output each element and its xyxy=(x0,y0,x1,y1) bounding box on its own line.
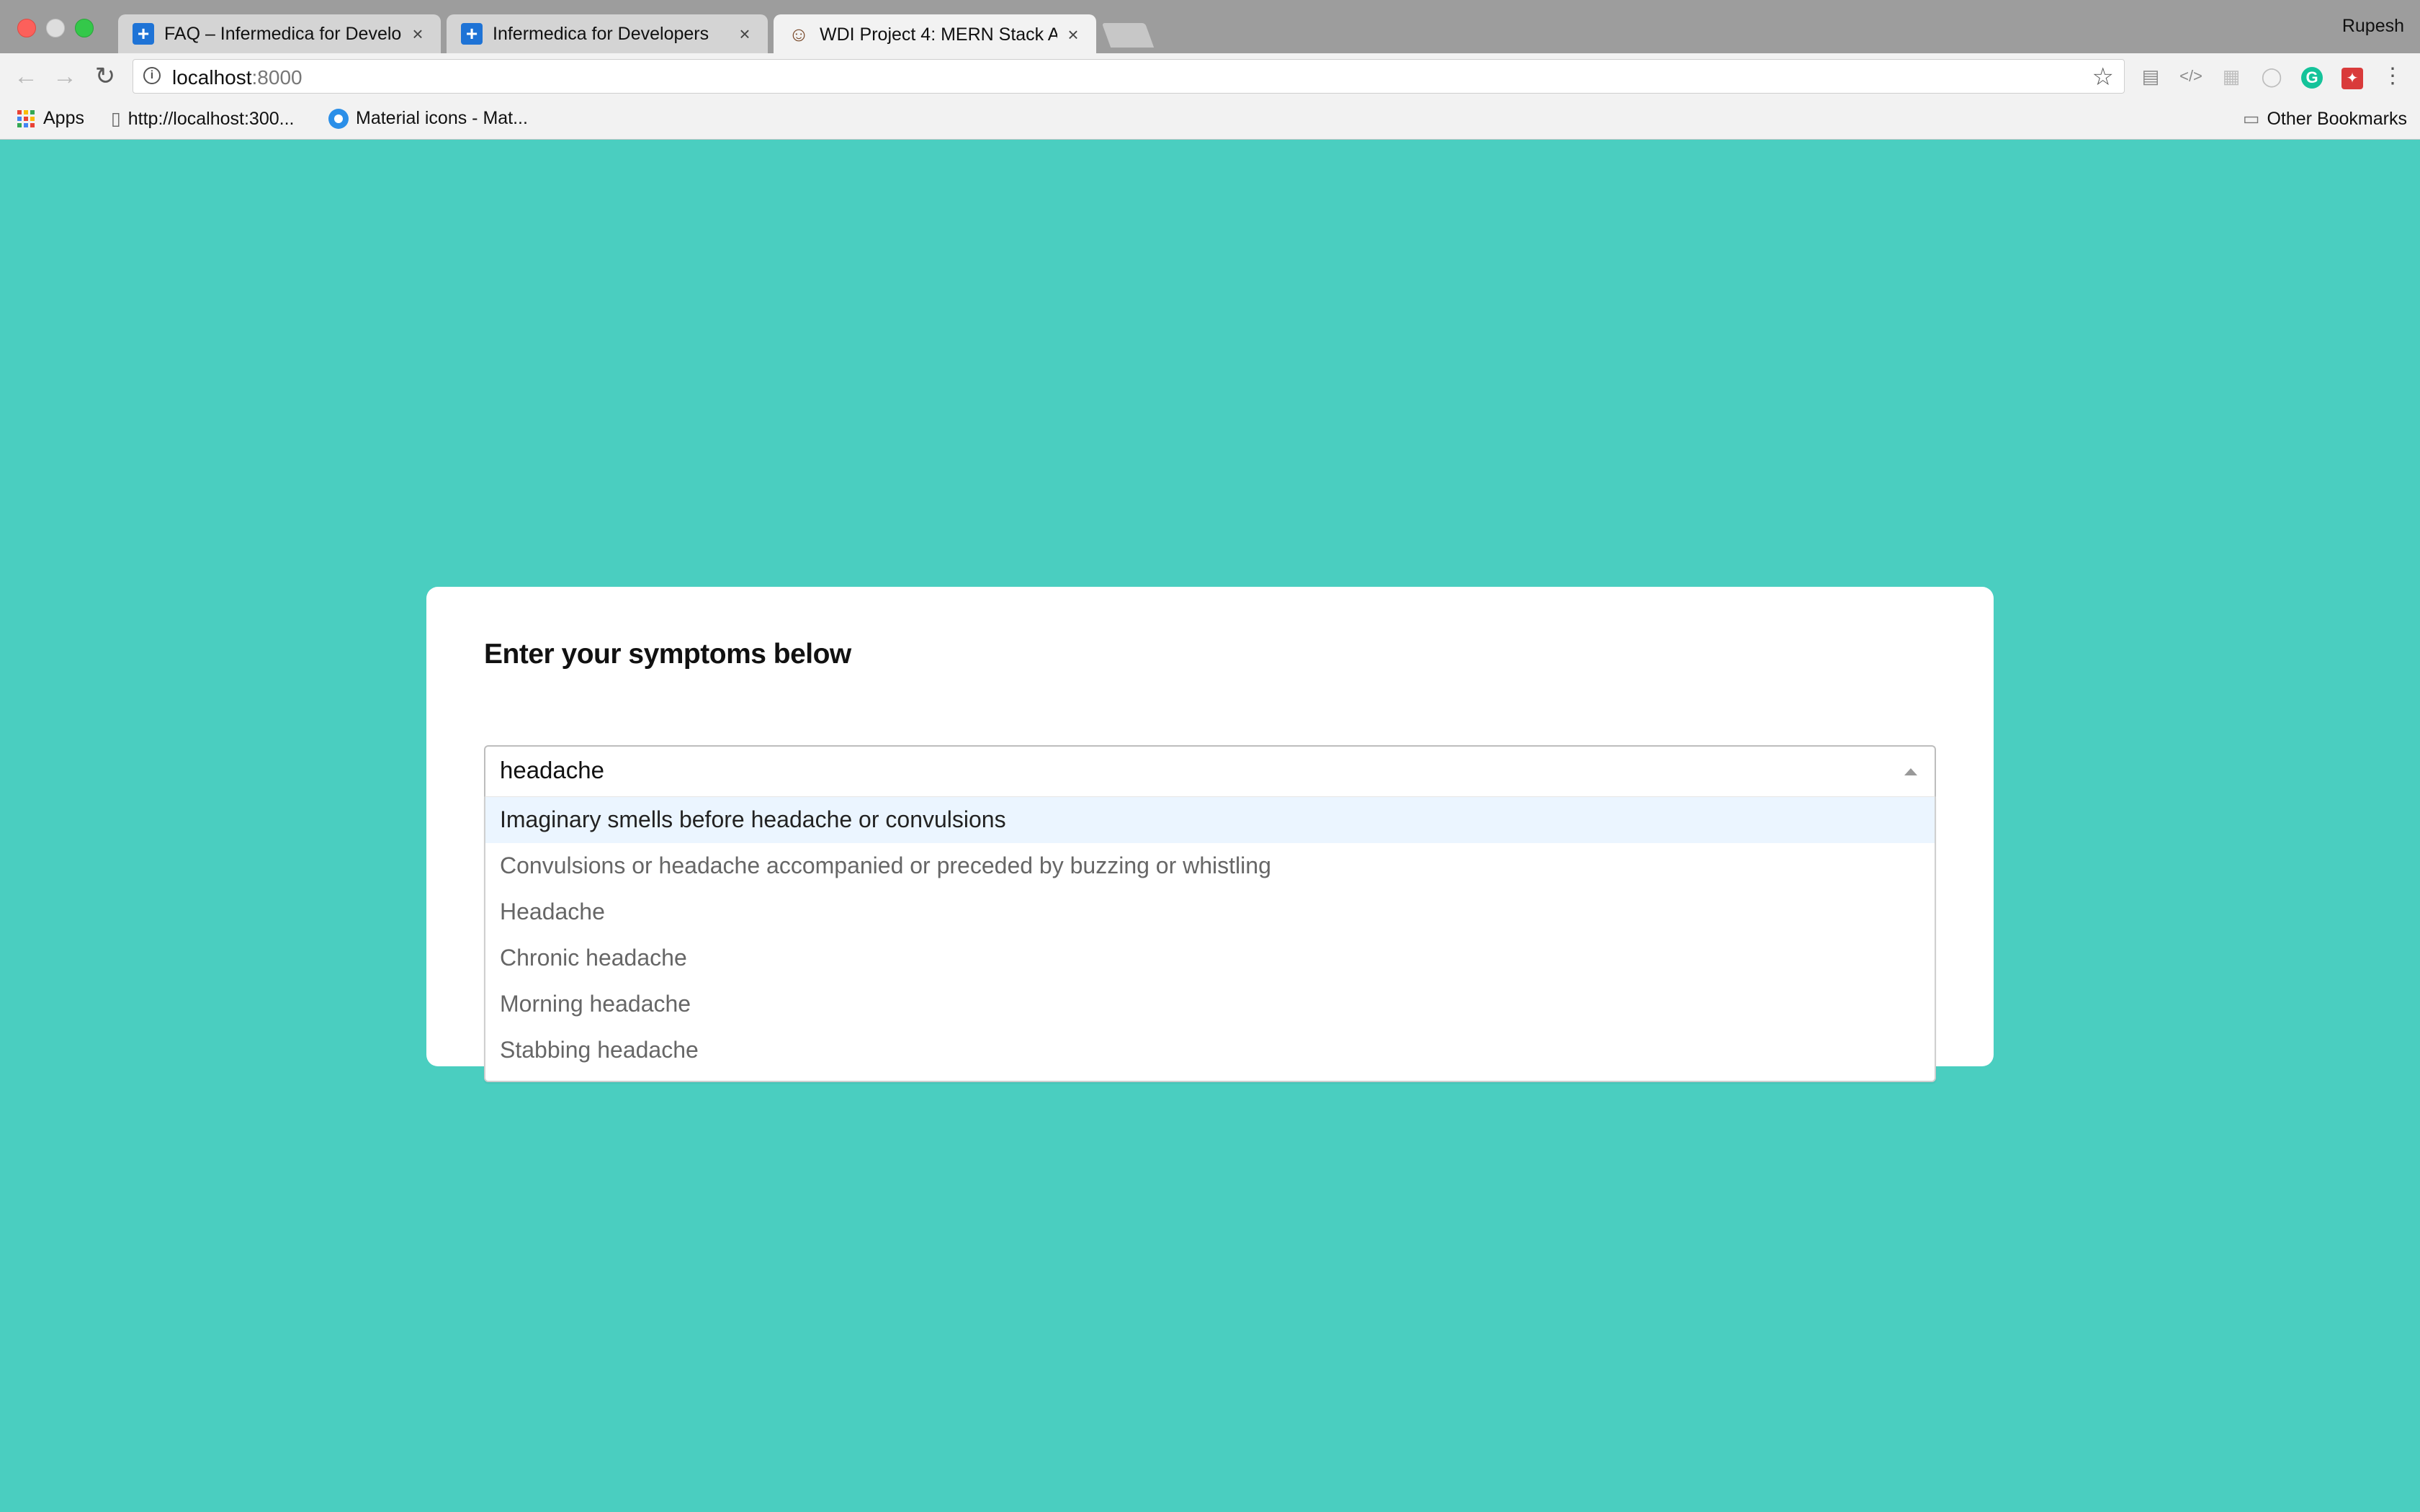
bookmark-apps[interactable]: Apps xyxy=(17,108,84,129)
bookmark-label: Other Bookmarks xyxy=(2267,108,2407,129)
forward-arrow-icon[interactable]: → xyxy=(52,63,78,89)
profile-name[interactable]: Rupesh xyxy=(2342,16,2404,37)
close-icon[interactable]: × xyxy=(735,23,755,45)
page-title: Enter your symptoms below xyxy=(484,639,851,670)
material-icons-icon xyxy=(328,108,349,129)
browser-toolbar: ← → ↻ i localhost:8000 ☆ ▤ </> ▦ ◯ G ✦ ⋮ xyxy=(0,53,2420,99)
apps-grid-icon xyxy=(17,109,35,127)
browser-tab-infermedica[interactable]: + Infermedica for Developers × xyxy=(447,14,768,53)
close-icon[interactable]: × xyxy=(1063,24,1083,46)
bookmark-label: Material icons - Mat... xyxy=(356,108,528,128)
plus-icon: + xyxy=(461,23,483,45)
page-extension-icon[interactable]: ▤ xyxy=(2138,63,2164,89)
plus-icon: + xyxy=(133,23,154,45)
reload-icon[interactable]: ↻ xyxy=(92,63,118,89)
menu-kebab-icon[interactable]: ⋮ xyxy=(2380,63,2406,89)
suggestion-option[interactable]: Stabbing headache xyxy=(485,1027,1935,1074)
bookmark-star-icon[interactable]: ☆ xyxy=(2092,63,2114,91)
window-maximize-button[interactable] xyxy=(75,19,94,37)
window-close-button[interactable] xyxy=(17,19,36,37)
address-url: localhost:8000 xyxy=(172,66,302,89)
bookmarks-bar: Apps ▯ http://localhost:300... Material … xyxy=(0,99,2420,140)
layout-extension-icon[interactable]: ▦ xyxy=(2218,63,2244,89)
symptom-search-input[interactable]: headache xyxy=(484,745,1936,797)
bookmark-localhost[interactable]: ▯ http://localhost:300... xyxy=(111,108,294,130)
tab-title: WDI Project 4: MERN Stack App xyxy=(820,24,1057,45)
address-bar[interactable]: i localhost:8000 ☆ xyxy=(133,59,2125,94)
red-extension-icon[interactable]: ✦ xyxy=(2339,63,2365,89)
back-arrow-icon[interactable]: ← xyxy=(13,63,39,89)
info-icon[interactable]: i xyxy=(143,67,161,84)
browser-tab-wdi-project[interactable]: ☺ WDI Project 4: MERN Stack App × xyxy=(774,14,1096,55)
bookmark-other[interactable]: ▭ Other Bookmarks xyxy=(2243,108,2407,130)
suggestion-option[interactable]: Morning headache xyxy=(485,981,1935,1027)
window-minimize-button[interactable] xyxy=(46,19,65,37)
suggestion-option[interactable]: Imaginary smells before headache or conv… xyxy=(485,797,1935,843)
browser-tab-faq[interactable]: + FAQ – Infermedica for Developers × xyxy=(118,14,441,53)
bookmark-label: Apps xyxy=(43,108,84,128)
page-icon: ▯ xyxy=(111,109,121,129)
grammarly-icon[interactable]: G xyxy=(2299,63,2325,89)
symptom-suggestions-menu: Imaginary smells before headache or conv… xyxy=(484,797,1936,1082)
url-port: :8000 xyxy=(251,66,302,89)
browser-tab-bar: + FAQ – Infermedica for Developers × + I… xyxy=(0,0,2420,55)
bookmark-material-icons[interactable]: Material icons - Mat... xyxy=(328,108,528,129)
folder-icon: ▭ xyxy=(2242,109,2260,129)
close-icon[interactable]: × xyxy=(408,23,428,45)
url-host: localhost xyxy=(172,66,252,89)
suggestion-option[interactable]: Headache xyxy=(485,889,1935,935)
code-extension-icon[interactable]: </> xyxy=(2178,63,2204,89)
caret-up-icon[interactable] xyxy=(1904,768,1917,775)
suggestion-option[interactable]: Convulsions or headache accompanied or p… xyxy=(485,843,1935,889)
new-tab-button[interactable] xyxy=(1101,23,1155,48)
circle-extension-icon[interactable]: ◯ xyxy=(2259,63,2285,89)
doctor-icon: ☺ xyxy=(788,23,810,45)
search-value: headache xyxy=(500,757,604,783)
bookmark-label: http://localhost:300... xyxy=(127,108,295,129)
suggestion-option[interactable]: Chronic headache xyxy=(485,935,1935,981)
tab-title: FAQ – Infermedica for Developers xyxy=(164,23,402,44)
tab-title: Infermedica for Developers xyxy=(493,23,709,44)
